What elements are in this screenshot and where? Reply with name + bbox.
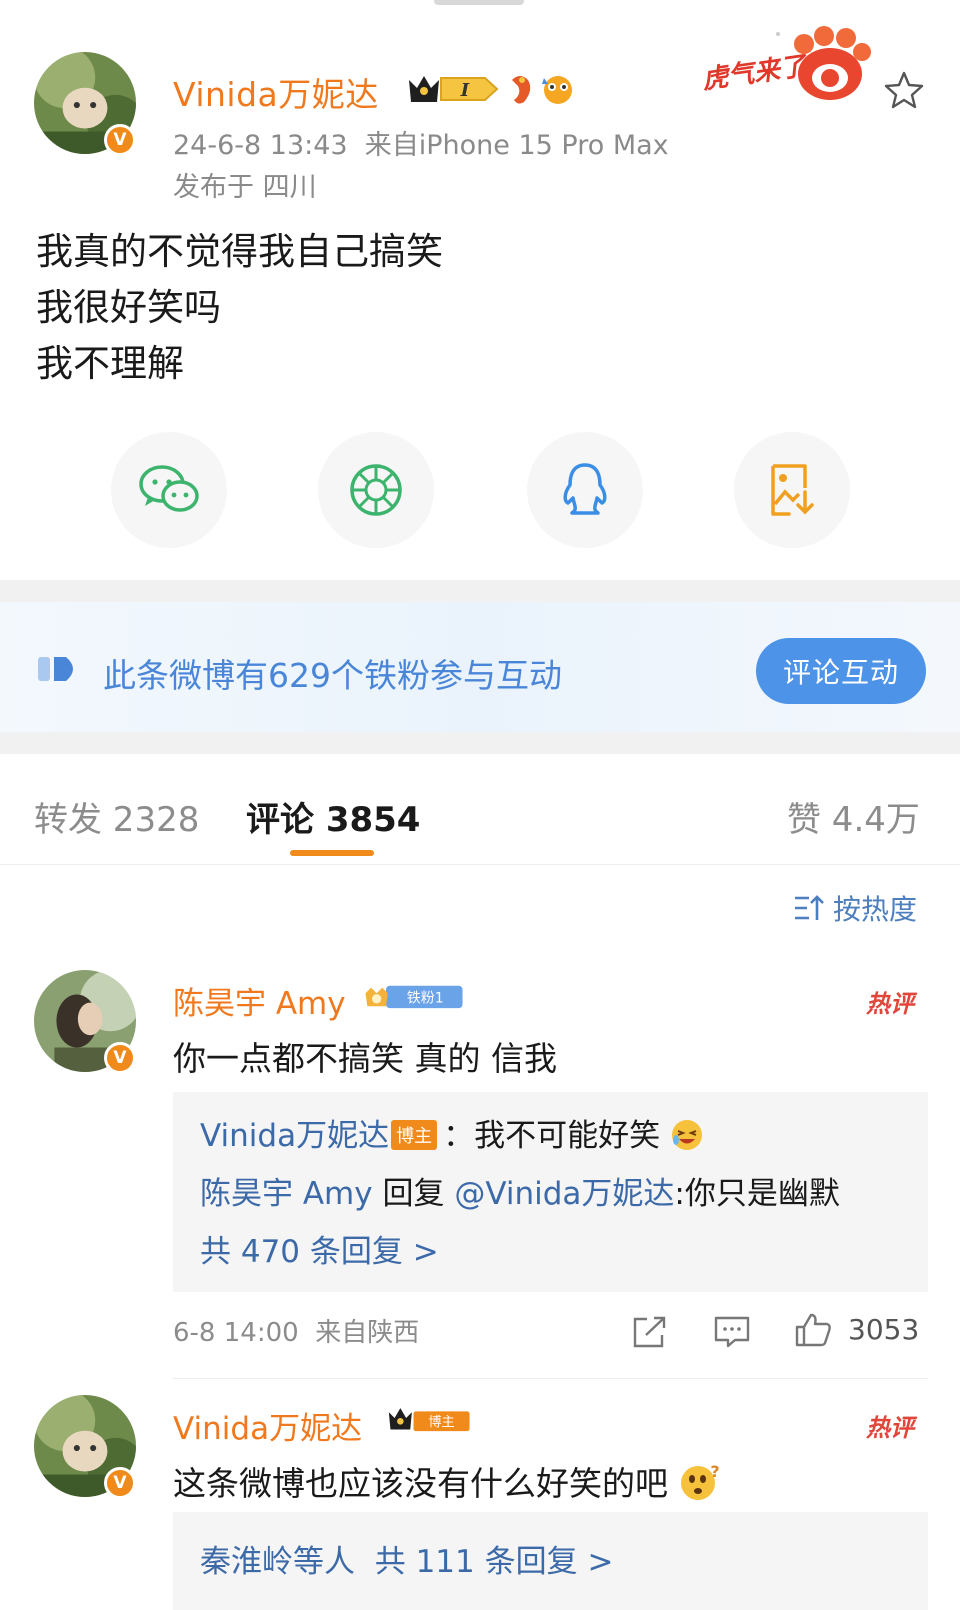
tab-likes[interactable]: 赞 4.4万 — [787, 792, 920, 841]
sort-label: 按热度 — [833, 893, 918, 926]
blogger-crown-badge: 博主 — [388, 1408, 470, 1432]
wechat-icon — [139, 465, 199, 512]
comment-author[interactable]: Vinida万妮达 — [173, 1403, 362, 1448]
fan-banner-icon — [38, 657, 73, 681]
reply-mention[interactable]: @Vinida万妮达 — [454, 1176, 674, 1212]
comment-time: 6-8 14:00 — [173, 1318, 299, 1348]
post-timestamp: 24-6-8 13:43 — [173, 130, 348, 161]
blogger-tag: 博主 — [391, 1119, 438, 1150]
reply-text: :你只是幽默 — [674, 1176, 840, 1212]
svg-text:虎气来了: 虎气来了 — [700, 51, 810, 96]
reply-verb: 回复 — [382, 1176, 445, 1212]
comment-text: 这条微博也应该没有什么好笑的吧 ? — [173, 1457, 721, 1507]
share-moments-button[interactable] — [318, 432, 434, 548]
reply-text: ：我不可能好笑 — [443, 1118, 661, 1154]
save-image-button[interactable] — [734, 432, 850, 548]
like-thumb-icon[interactable] — [794, 1312, 832, 1348]
sort-by-hot-button[interactable]: 按热度 — [793, 888, 917, 928]
post-line: 我真的不觉得我自己搞笑 — [36, 230, 443, 273]
reply-author[interactable]: 陈昊宇 Amy — [200, 1176, 373, 1212]
tab-divider — [0, 864, 960, 865]
active-tab-indicator — [290, 850, 374, 856]
drag-handle[interactable] — [434, 0, 524, 5]
comment-divider — [173, 1378, 928, 1379]
save-image-icon — [771, 464, 814, 516]
comment-text: 你一点都不搞笑 真的 信我 — [173, 1039, 557, 1078]
share-icon[interactable] — [632, 1315, 668, 1349]
hot-comment-tag: 热评 — [866, 990, 914, 1018]
post-line: 我不理解 — [36, 342, 184, 385]
sort-icon — [795, 895, 824, 920]
crown-rank-icon: I — [409, 76, 499, 102]
thinking-emoji-icon: ? — [680, 1462, 719, 1500]
verified-icon: V — [104, 1042, 136, 1074]
comment-footer: 6-8 14:00 来自陕西 — [173, 1312, 419, 1349]
post-line: 我很好笑吗 — [36, 286, 221, 329]
svg-text:博主: 博主 — [428, 1414, 454, 1430]
reply-count: 共 111 条回复 > — [374, 1544, 614, 1580]
fan-banner-text: 此条微博有629个铁粉参与互动 — [103, 656, 562, 695]
reply-participants: 秦淮岭等人 — [200, 1544, 355, 1580]
comment-text-content: 这条微博也应该没有什么好笑的吧 — [173, 1464, 668, 1503]
view-more-replies-link[interactable]: 秦淮岭等人 共 111 条回复 > — [200, 1536, 613, 1581]
share-wechat-button[interactable] — [111, 432, 227, 548]
tab-comments[interactable]: 评论 3854 — [246, 792, 420, 841]
moments-icon — [350, 464, 402, 516]
iron-fan-badge: 铁粉1 — [365, 985, 463, 1009]
reply-preview-line: 陈昊宇 Amy 回复 @Vinida万妮达:你只是幽默 — [200, 1168, 840, 1213]
section-divider — [0, 580, 960, 602]
post-body: 我真的不觉得我自己搞笑 我很好笑吗 我不理解 — [36, 224, 443, 392]
verified-icon: V — [104, 124, 136, 156]
post-meta: 24-6-8 13:43 来自iPhone 15 Pro Max — [173, 123, 669, 162]
post-source: 来自iPhone 15 Pro Max — [364, 130, 669, 161]
section-divider — [0, 732, 960, 754]
emoji-badges-icon — [512, 76, 572, 104]
post-author-name[interactable]: Vinida万妮达 — [173, 68, 379, 116]
comment-location: 来自陕西 — [315, 1318, 420, 1348]
tiger-sticker-icon[interactable]: 虎气来了 — [700, 24, 880, 106]
svg-text:铁粉1: 铁粉1 — [407, 991, 444, 1007]
view-more-replies-link[interactable]: 共 470 条回复 > — [200, 1226, 439, 1271]
hot-comment-tag: 热评 — [866, 1414, 914, 1442]
favorite-star-icon[interactable] — [884, 70, 924, 110]
svg-text:I: I — [460, 80, 470, 101]
tab-repost[interactable]: 转发 2328 — [34, 792, 199, 841]
svg-text:?: ? — [710, 1462, 719, 1481]
comment-author[interactable]: 陈昊宇 Amy — [173, 978, 346, 1023]
post-location: 发布于 四川 — [173, 172, 317, 203]
verified-icon: V — [104, 1467, 136, 1499]
share-qq-button[interactable] — [527, 432, 643, 548]
laughing-emoji-icon — [671, 1119, 702, 1150]
qq-icon — [563, 463, 607, 515]
comment-interact-button[interactable]: 评论互动 — [756, 638, 926, 704]
reply-author[interactable]: Vinida万妮达 — [200, 1118, 389, 1154]
reply-comment-icon[interactable] — [713, 1315, 751, 1349]
like-count: 3053 — [848, 1313, 920, 1346]
reply-preview-line: Vinida万妮达 博主 ：我不可能好笑 — [200, 1110, 704, 1155]
